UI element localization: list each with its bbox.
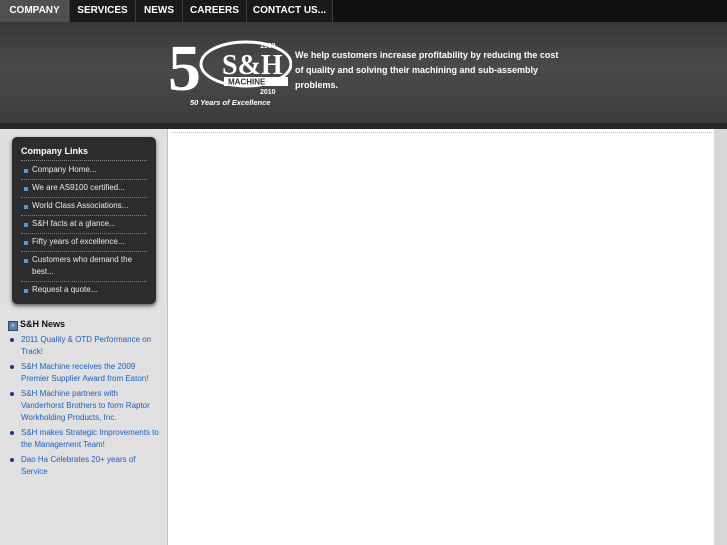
nav-filler bbox=[333, 0, 727, 22]
bullet-icon bbox=[10, 431, 14, 435]
link-label: S&H facts at a glance... bbox=[32, 219, 116, 228]
logo-year-start: 1960 bbox=[260, 43, 276, 50]
sidebar-link-associations[interactable]: World Class Associations... bbox=[21, 198, 147, 216]
main-content bbox=[167, 129, 714, 545]
news-item[interactable]: Dao Ha Celebrates 20+ years of Service bbox=[8, 454, 160, 478]
link-label: Company Home... bbox=[32, 165, 97, 174]
company-links-box: Company Links Company Home... We are AS9… bbox=[12, 137, 156, 304]
tab-contact-us[interactable]: CONTACT US... bbox=[247, 0, 333, 22]
news-link[interactable]: Dao Ha Celebrates 20+ years of Service bbox=[21, 455, 136, 476]
news-list: 2011 Quality & OTD Performance on Track!… bbox=[8, 334, 160, 481]
sidebar-link-request-quote[interactable]: Request a quote... bbox=[21, 282, 147, 299]
company-links-title: Company Links bbox=[21, 146, 89, 156]
sidebar: Company Links Company Home... We are AS9… bbox=[0, 129, 167, 545]
logo-big-number: 5 bbox=[168, 32, 201, 105]
sidebar-link-as9100[interactable]: We are AS9100 certified... bbox=[21, 180, 147, 198]
bullet-icon bbox=[10, 458, 14, 462]
news-item[interactable]: S&H Machine receives the 2009 Premier Su… bbox=[8, 361, 160, 385]
news-item[interactable]: S&H Machine partners with Vanderhorst Br… bbox=[8, 388, 160, 424]
square-bullet-icon bbox=[24, 169, 28, 173]
news-item[interactable]: S&H makes Strategic Improvements to the … bbox=[8, 427, 160, 451]
tab-news[interactable]: NEWS bbox=[136, 0, 183, 22]
sidebar-link-facts[interactable]: S&H facts at a glance... bbox=[21, 216, 147, 234]
news-section: » S&H News 2011 Quality & OTD Performanc… bbox=[8, 319, 160, 476]
tab-careers[interactable]: CAREERS bbox=[183, 0, 247, 22]
top-navigation: COMPANY SERVICES NEWS CAREERS CONTACT US… bbox=[0, 0, 727, 23]
tab-company[interactable]: COMPANY bbox=[0, 0, 70, 22]
news-header: » S&H News bbox=[8, 319, 160, 333]
content-divider bbox=[171, 132, 712, 133]
square-bullet-icon bbox=[24, 259, 28, 263]
link-label: We are AS9100 certified... bbox=[32, 183, 125, 192]
news-title: S&H News bbox=[20, 319, 66, 329]
tab-services[interactable]: SERVICES bbox=[70, 0, 136, 22]
news-link[interactable]: S&H Machine receives the 2009 Premier Su… bbox=[21, 362, 148, 383]
link-label: World Class Associations... bbox=[32, 201, 129, 210]
bullet-icon bbox=[10, 338, 14, 342]
logo-company: MACHINE bbox=[228, 78, 266, 87]
bullet-icon bbox=[10, 365, 14, 369]
news-link[interactable]: S&H makes Strategic Improvements to the … bbox=[21, 428, 159, 449]
logo-year-end: 2010 bbox=[260, 89, 276, 96]
news-icon: » bbox=[8, 321, 18, 331]
company-logo[interactable]: 5 S&H 1960 MACHINE 2010 50 Years of Exce… bbox=[168, 32, 293, 108]
square-bullet-icon bbox=[24, 241, 28, 245]
link-label: Customers who demand the best... bbox=[32, 255, 133, 276]
logo-slogan: 50 Years of Excellence bbox=[190, 98, 270, 107]
square-bullet-icon bbox=[24, 289, 28, 293]
sidebar-link-company-home[interactable]: Company Home... bbox=[21, 162, 147, 180]
square-bullet-icon bbox=[24, 223, 28, 227]
square-bullet-icon bbox=[24, 187, 28, 191]
sidebar-link-customers[interactable]: Customers who demand the best... bbox=[21, 252, 147, 282]
company-links-list: Company Home... We are AS9100 certified.… bbox=[21, 162, 147, 299]
logo-initials: S&H bbox=[222, 50, 283, 81]
sidebar-link-fifty-years[interactable]: Fifty years of excellence... bbox=[21, 234, 147, 252]
news-link[interactable]: S&H Machine partners with Vanderhorst Br… bbox=[21, 389, 150, 422]
header-tagline: We help customers increase profitability… bbox=[295, 50, 559, 90]
news-link[interactable]: 2011 Quality & OTD Performance on Track! bbox=[21, 335, 151, 356]
square-bullet-icon bbox=[24, 205, 28, 209]
right-margin bbox=[714, 129, 727, 545]
logo-graphic: 5 S&H 1960 MACHINE 2010 50 Years of Exce… bbox=[168, 32, 293, 107]
link-label: Fifty years of excellence... bbox=[32, 237, 125, 246]
bullet-icon bbox=[10, 392, 14, 396]
link-label: Request a quote... bbox=[32, 285, 98, 294]
divider bbox=[21, 160, 147, 161]
news-item[interactable]: 2011 Quality & OTD Performance on Track! bbox=[8, 334, 160, 358]
